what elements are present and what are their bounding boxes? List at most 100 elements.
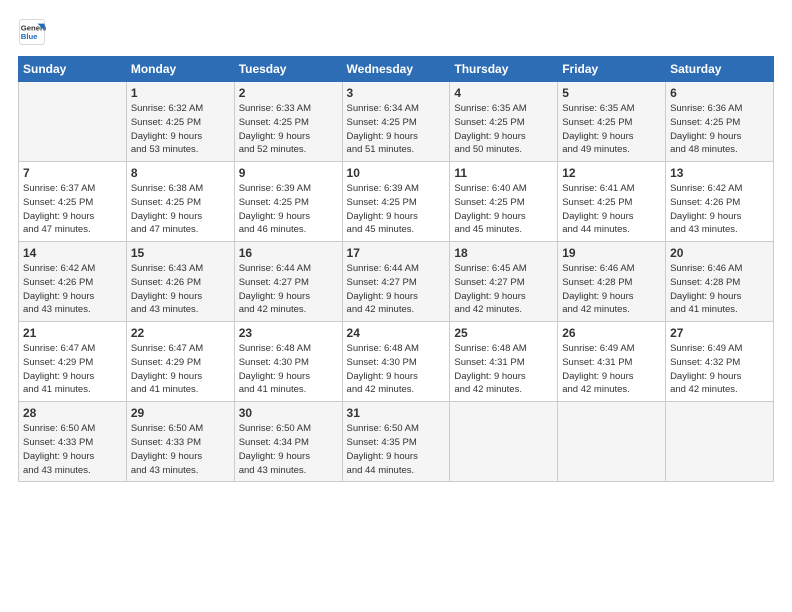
day-number: 19 bbox=[562, 246, 661, 260]
cell-week2-day1: 15 Sunrise: 6:43 AMSunset: 4:26 PMDayligh… bbox=[126, 242, 234, 322]
cell-week4-day3: 31 Sunrise: 6:50 AMSunset: 4:35 PMDayligh… bbox=[342, 402, 450, 482]
cell-week4-day2: 30 Sunrise: 6:50 AMSunset: 4:34 PMDayligh… bbox=[234, 402, 342, 482]
day-info: Sunrise: 6:47 AMSunset: 4:29 PMDaylight:… bbox=[131, 342, 230, 397]
day-number: 5 bbox=[562, 86, 661, 100]
cell-week2-day2: 16 Sunrise: 6:44 AMSunset: 4:27 PMDayligh… bbox=[234, 242, 342, 322]
cell-week2-day5: 19 Sunrise: 6:46 AMSunset: 4:28 PMDayligh… bbox=[558, 242, 666, 322]
day-number: 3 bbox=[347, 86, 446, 100]
day-info: Sunrise: 6:32 AMSunset: 4:25 PMDaylight:… bbox=[131, 102, 230, 157]
cell-week1-day1: 8 Sunrise: 6:38 AMSunset: 4:25 PMDaylight… bbox=[126, 162, 234, 242]
logo-icon: General Blue bbox=[18, 18, 46, 46]
cell-week3-day3: 24 Sunrise: 6:48 AMSunset: 4:30 PMDayligh… bbox=[342, 322, 450, 402]
day-number: 12 bbox=[562, 166, 661, 180]
day-number: 15 bbox=[131, 246, 230, 260]
day-info: Sunrise: 6:40 AMSunset: 4:25 PMDaylight:… bbox=[454, 182, 553, 237]
day-number: 18 bbox=[454, 246, 553, 260]
cell-week3-day1: 22 Sunrise: 6:47 AMSunset: 4:29 PMDayligh… bbox=[126, 322, 234, 402]
day-number: 8 bbox=[131, 166, 230, 180]
day-number: 23 bbox=[239, 326, 338, 340]
day-number: 1 bbox=[131, 86, 230, 100]
day-info: Sunrise: 6:45 AMSunset: 4:27 PMDaylight:… bbox=[454, 262, 553, 317]
cell-week4-day1: 29Sunrise: 6:50 AMSunset: 4:33 PMDayligh… bbox=[126, 402, 234, 482]
cell-week1-day4: 11 Sunrise: 6:40 AMSunset: 4:25 PMDayligh… bbox=[450, 162, 558, 242]
day-number: 31 bbox=[347, 406, 446, 420]
col-header-wednesday: Wednesday bbox=[342, 57, 450, 82]
day-number: 10 bbox=[347, 166, 446, 180]
day-number: 9 bbox=[239, 166, 338, 180]
cell-week0-day5: 5 Sunrise: 6:35 AMSunset: 4:25 PMDaylight… bbox=[558, 82, 666, 162]
day-info: Sunrise: 6:44 AMSunset: 4:27 PMDaylight:… bbox=[347, 262, 446, 317]
day-info: Sunrise: 6:41 AMSunset: 4:25 PMDaylight:… bbox=[562, 182, 661, 237]
day-info: Sunrise: 6:48 AMSunset: 4:30 PMDaylight:… bbox=[239, 342, 338, 397]
day-info: Sunrise: 6:46 AMSunset: 4:28 PMDaylight:… bbox=[562, 262, 661, 317]
day-number: 22 bbox=[131, 326, 230, 340]
page: General Blue SundayMondayTuesdayWednesda… bbox=[0, 0, 792, 612]
cell-week1-day3: 10 Sunrise: 6:39 AMSunset: 4:25 PMDayligh… bbox=[342, 162, 450, 242]
day-number: 14 bbox=[23, 246, 122, 260]
day-number: 26 bbox=[562, 326, 661, 340]
day-info: Sunrise: 6:50 AMSunset: 4:33 PMDaylight:… bbox=[23, 422, 122, 477]
day-number: 30 bbox=[239, 406, 338, 420]
col-header-tuesday: Tuesday bbox=[234, 57, 342, 82]
day-number: 29 bbox=[131, 406, 230, 420]
day-number: 16 bbox=[239, 246, 338, 260]
day-number: 25 bbox=[454, 326, 553, 340]
cell-week3-day6: 27 Sunrise: 6:49 AMSunset: 4:32 PMDayligh… bbox=[666, 322, 774, 402]
day-number: 20 bbox=[670, 246, 769, 260]
header: General Blue bbox=[18, 18, 774, 46]
day-info: Sunrise: 6:39 AMSunset: 4:25 PMDaylight:… bbox=[347, 182, 446, 237]
day-info: Sunrise: 6:49 AMSunset: 4:31 PMDaylight:… bbox=[562, 342, 661, 397]
cell-week3-day2: 23 Sunrise: 6:48 AMSunset: 4:30 PMDayligh… bbox=[234, 322, 342, 402]
cell-week0-day2: 2 Sunrise: 6:33 AMSunset: 4:25 PMDaylight… bbox=[234, 82, 342, 162]
col-header-sunday: Sunday bbox=[19, 57, 127, 82]
day-info: Sunrise: 6:44 AMSunset: 4:27 PMDaylight:… bbox=[239, 262, 338, 317]
cell-week0-day1: 1 Sunrise: 6:32 AMSunset: 4:25 PMDaylight… bbox=[126, 82, 234, 162]
cell-week1-day0: 7Sunrise: 6:37 AMSunset: 4:25 PMDaylight… bbox=[19, 162, 127, 242]
day-number: 28 bbox=[23, 406, 122, 420]
day-number: 6 bbox=[670, 86, 769, 100]
cell-week4-day4 bbox=[450, 402, 558, 482]
cell-week0-day6: 6 Sunrise: 6:36 AMSunset: 4:25 PMDaylight… bbox=[666, 82, 774, 162]
cell-week2-day4: 18 Sunrise: 6:45 AMSunset: 4:27 PMDayligh… bbox=[450, 242, 558, 322]
day-number: 24 bbox=[347, 326, 446, 340]
col-header-friday: Friday bbox=[558, 57, 666, 82]
day-info: Sunrise: 6:43 AMSunset: 4:26 PMDaylight:… bbox=[131, 262, 230, 317]
day-info: Sunrise: 6:39 AMSunset: 4:25 PMDaylight:… bbox=[239, 182, 338, 237]
cell-week0-day4: 4Sunrise: 6:35 AMSunset: 4:25 PMDaylight… bbox=[450, 82, 558, 162]
cell-week1-day6: 13 Sunrise: 6:42 AMSunset: 4:26 PMDayligh… bbox=[666, 162, 774, 242]
cell-week4-day6 bbox=[666, 402, 774, 482]
col-header-monday: Monday bbox=[126, 57, 234, 82]
day-number: 11 bbox=[454, 166, 553, 180]
day-number: 13 bbox=[670, 166, 769, 180]
day-info: Sunrise: 6:38 AMSunset: 4:25 PMDaylight:… bbox=[131, 182, 230, 237]
day-info: Sunrise: 6:50 AMSunset: 4:34 PMDaylight:… bbox=[239, 422, 338, 477]
cell-week2-day3: 17 Sunrise: 6:44 AMSunset: 4:27 PMDayligh… bbox=[342, 242, 450, 322]
day-info: Sunrise: 6:50 AMSunset: 4:35 PMDaylight:… bbox=[347, 422, 446, 477]
day-info: Sunrise: 6:36 AMSunset: 4:25 PMDaylight:… bbox=[670, 102, 769, 157]
cell-week0-day0 bbox=[19, 82, 127, 162]
day-info: Sunrise: 6:33 AMSunset: 4:25 PMDaylight:… bbox=[239, 102, 338, 157]
col-header-saturday: Saturday bbox=[666, 57, 774, 82]
day-info: Sunrise: 6:35 AMSunset: 4:25 PMDaylight:… bbox=[562, 102, 661, 157]
cell-week4-day0: 28 Sunrise: 6:50 AMSunset: 4:33 PMDayligh… bbox=[19, 402, 127, 482]
col-header-thursday: Thursday bbox=[450, 57, 558, 82]
cell-week1-day2: 9 Sunrise: 6:39 AMSunset: 4:25 PMDaylight… bbox=[234, 162, 342, 242]
svg-text:Blue: Blue bbox=[21, 32, 38, 41]
day-info: Sunrise: 6:42 AMSunset: 4:26 PMDaylight:… bbox=[23, 262, 122, 317]
day-number: 4 bbox=[454, 86, 553, 100]
day-number: 2 bbox=[239, 86, 338, 100]
day-number: 27 bbox=[670, 326, 769, 340]
day-info: Sunrise: 6:48 AMSunset: 4:30 PMDaylight:… bbox=[347, 342, 446, 397]
cell-week2-day6: 20Sunrise: 6:46 AMSunset: 4:28 PMDayligh… bbox=[666, 242, 774, 322]
day-info: Sunrise: 6:42 AMSunset: 4:26 PMDaylight:… bbox=[670, 182, 769, 237]
day-number: 17 bbox=[347, 246, 446, 260]
logo: General Blue bbox=[18, 18, 48, 46]
day-info: Sunrise: 6:47 AMSunset: 4:29 PMDaylight:… bbox=[23, 342, 122, 397]
cell-week3-day5: 26 Sunrise: 6:49 AMSunset: 4:31 PMDayligh… bbox=[558, 322, 666, 402]
cell-week1-day5: 12 Sunrise: 6:41 AMSunset: 4:25 PMDayligh… bbox=[558, 162, 666, 242]
cell-week0-day3: 3Sunrise: 6:34 AMSunset: 4:25 PMDaylight… bbox=[342, 82, 450, 162]
day-info: Sunrise: 6:49 AMSunset: 4:32 PMDaylight:… bbox=[670, 342, 769, 397]
cell-week2-day0: 14 Sunrise: 6:42 AMSunset: 4:26 PMDayligh… bbox=[19, 242, 127, 322]
day-info: Sunrise: 6:37 AMSunset: 4:25 PMDaylight:… bbox=[23, 182, 122, 237]
cell-week3-day0: 21Sunrise: 6:47 AMSunset: 4:29 PMDayligh… bbox=[19, 322, 127, 402]
